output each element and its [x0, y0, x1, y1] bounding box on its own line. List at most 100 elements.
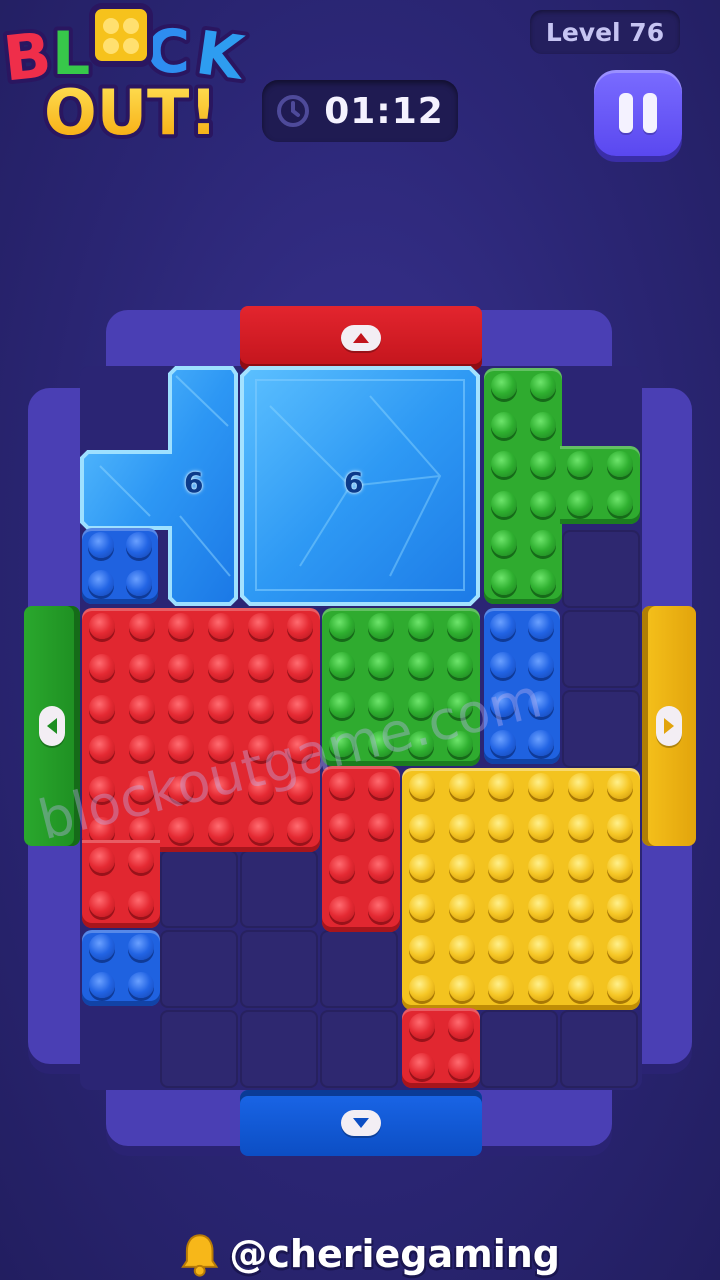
pause-icon	[619, 93, 633, 133]
block-blue-small-top[interactable]	[82, 528, 158, 604]
arrow-left-icon	[47, 718, 57, 734]
stud	[607, 489, 633, 516]
stud	[567, 813, 594, 840]
stud	[567, 853, 594, 880]
stud	[88, 613, 115, 640]
stud	[88, 735, 115, 762]
stud	[607, 813, 634, 840]
stud	[567, 773, 594, 800]
game-logo: B L C K OUT!	[0, 0, 270, 153]
stud	[527, 974, 554, 1001]
stud	[328, 854, 355, 881]
block-red-small[interactable]	[402, 1008, 480, 1088]
stud	[128, 613, 155, 640]
timer: 01:12	[262, 80, 458, 142]
stud	[529, 372, 556, 399]
stud	[328, 813, 355, 840]
stud	[368, 612, 395, 639]
stud	[408, 974, 435, 1001]
stud	[126, 532, 152, 558]
stud	[528, 729, 554, 756]
stud	[247, 816, 274, 843]
stud	[448, 813, 475, 840]
stud	[490, 490, 517, 517]
stud	[126, 570, 152, 596]
timer-value: 01:12	[324, 90, 444, 132]
stud	[488, 894, 515, 921]
stud	[367, 771, 394, 798]
exit-gate-blue	[240, 1090, 482, 1156]
arrow-right-icon	[664, 718, 674, 734]
stud	[529, 451, 556, 478]
stud	[490, 451, 517, 478]
stud	[88, 934, 115, 960]
stud	[408, 934, 435, 961]
stud	[127, 972, 154, 998]
credit: @cheriegaming	[180, 1228, 560, 1280]
stud	[529, 412, 556, 438]
stud	[328, 896, 355, 923]
stud	[447, 612, 474, 639]
block-red-large-tail[interactable]	[82, 840, 160, 928]
stud	[567, 894, 594, 921]
stud	[368, 652, 395, 679]
stud	[207, 613, 234, 640]
stud	[88, 532, 114, 558]
stud	[408, 1013, 435, 1039]
stud	[128, 735, 155, 762]
stud	[367, 896, 394, 923]
stud	[88, 570, 114, 596]
stud	[607, 853, 634, 880]
stud	[488, 853, 515, 880]
stud	[567, 489, 593, 516]
stud	[88, 972, 115, 998]
stud	[488, 773, 515, 800]
block-yellow-large[interactable]	[402, 768, 640, 1010]
stud	[567, 934, 594, 961]
block-green-t-arm[interactable]	[560, 446, 640, 524]
bell-icon	[181, 1234, 219, 1277]
stud	[490, 569, 517, 596]
stud	[207, 816, 234, 843]
empty-cell	[560, 1010, 638, 1088]
stud	[408, 894, 435, 921]
block-red-vertical[interactable]	[322, 766, 400, 932]
stud	[88, 847, 115, 873]
svg-text:OUT!: OUT!	[44, 76, 218, 149]
level-indicator: Level 76	[530, 10, 680, 54]
stud	[127, 847, 154, 873]
stud	[168, 613, 195, 640]
stud	[168, 654, 195, 680]
stud	[488, 813, 515, 840]
stud	[408, 813, 435, 840]
block-green-t[interactable]	[484, 368, 562, 604]
stud	[529, 490, 556, 517]
stud	[607, 894, 634, 921]
stud	[527, 773, 554, 800]
stud	[527, 853, 554, 880]
stud	[490, 530, 517, 556]
empty-cell	[160, 850, 238, 928]
stud	[448, 894, 475, 921]
ice-counter: 6	[184, 466, 204, 499]
game-board: 6 6	[0, 0, 720, 1280]
stud	[328, 652, 355, 679]
stud	[447, 652, 474, 679]
stud	[528, 612, 554, 639]
stud	[607, 934, 634, 961]
stud	[247, 694, 274, 721]
stud	[168, 694, 195, 721]
pause-button[interactable]	[594, 70, 682, 156]
stud	[408, 773, 435, 800]
stud	[567, 974, 594, 1001]
stud	[529, 530, 556, 556]
stud	[408, 853, 435, 880]
block-blue-small-bottom[interactable]	[82, 930, 160, 1006]
empty-cell	[160, 930, 238, 1008]
stud	[407, 652, 434, 679]
stud	[127, 891, 154, 917]
stud	[287, 613, 314, 640]
stud	[207, 654, 234, 680]
stud	[328, 612, 355, 639]
ice-block-square[interactable]: 6	[240, 366, 480, 606]
